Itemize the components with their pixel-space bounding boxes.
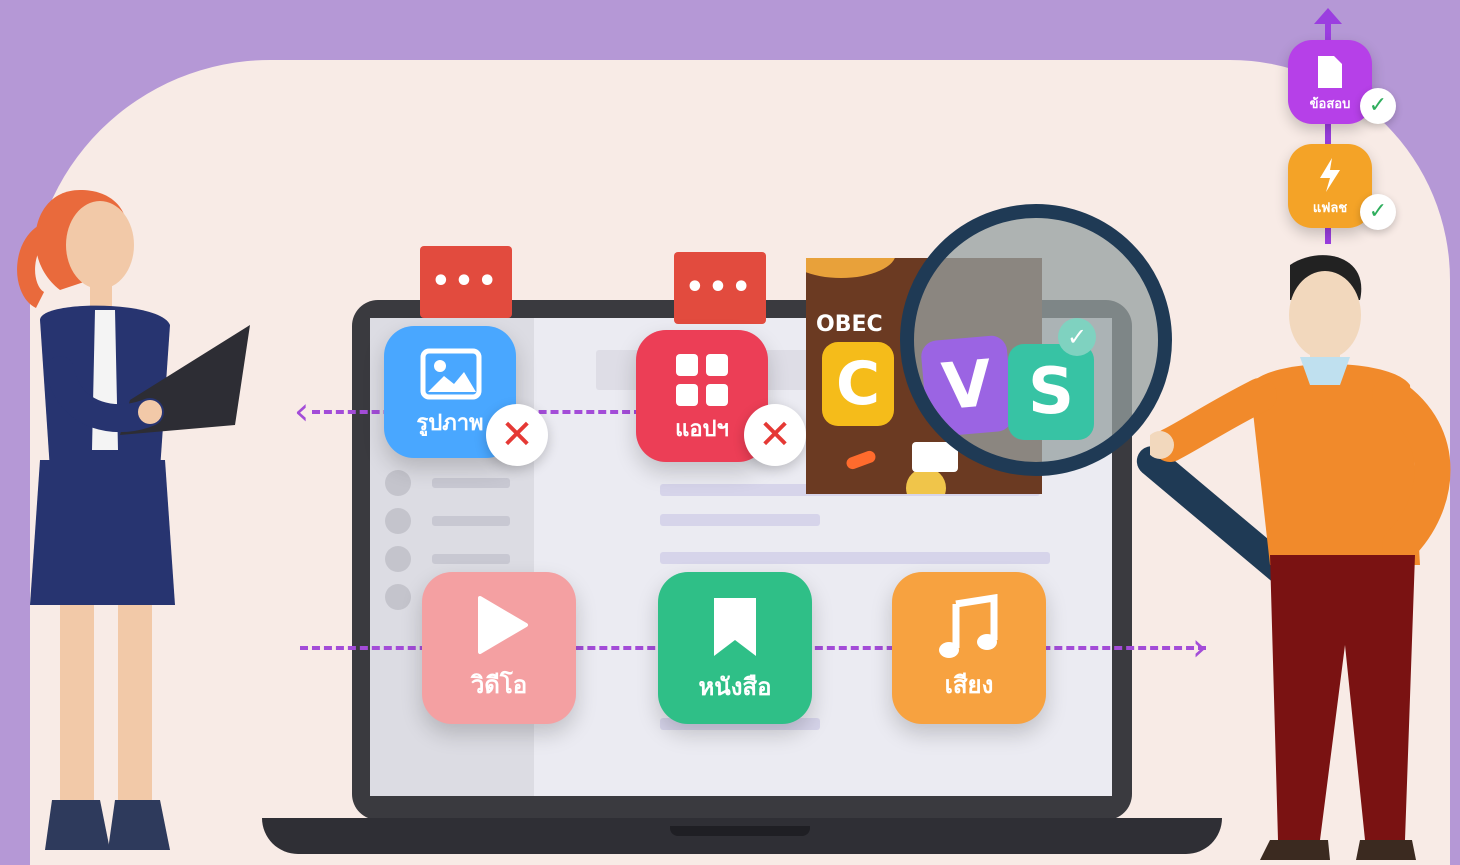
document-icon (1318, 56, 1342, 88)
letter-tile: C (822, 342, 894, 426)
laptop-base (262, 818, 1222, 854)
bookmark-icon (714, 598, 756, 656)
letter-tile: V (919, 334, 1015, 438)
arrow-up-icon (1314, 8, 1342, 24)
play-icon (478, 596, 528, 654)
sidebar-dot (385, 508, 411, 534)
stack-item-exam[interactable]: ข้อสอบ (1288, 40, 1372, 124)
close-icon: ✕ (486, 404, 548, 466)
check-icon: ✓ (1360, 194, 1396, 230)
sidebar-line (432, 554, 510, 564)
comment-bubble: ••• (420, 246, 512, 318)
app-book[interactable]: หนังสือ (658, 572, 812, 724)
app-video[interactable]: วิดีโอ (422, 572, 576, 724)
app-label: วิดีโอ (470, 671, 528, 699)
sidebar-line (432, 478, 510, 488)
content-line (660, 552, 1050, 564)
sidebar-dot (385, 470, 411, 496)
grid-icon (676, 354, 728, 406)
letter-tile: S (1008, 344, 1094, 440)
magnifier-lens: V S ✓ (900, 204, 1172, 476)
laptop-notch (670, 826, 810, 836)
check-icon: ✓ (1360, 88, 1396, 124)
woman-illustration (17, 190, 250, 850)
comment-bubble: ••• (674, 252, 766, 324)
check-icon: ✓ (1058, 318, 1096, 356)
brand-label: OBEC (816, 312, 883, 337)
app-label: เสียง (944, 671, 994, 699)
app-audio[interactable]: เสียง (892, 572, 1046, 724)
sidebar-line (432, 516, 510, 526)
decor-rocket (844, 449, 878, 471)
content-line (660, 514, 820, 526)
close-icon: ✕ (744, 404, 806, 466)
image-icon (420, 348, 482, 400)
lightning-icon (1320, 158, 1340, 192)
sidebar-dot (385, 546, 411, 572)
music-icon (939, 594, 998, 658)
decor-blob (806, 258, 896, 278)
man-illustration (1150, 255, 1451, 860)
app-label: หนังสือ (698, 673, 772, 701)
sidebar-dot (385, 584, 411, 610)
